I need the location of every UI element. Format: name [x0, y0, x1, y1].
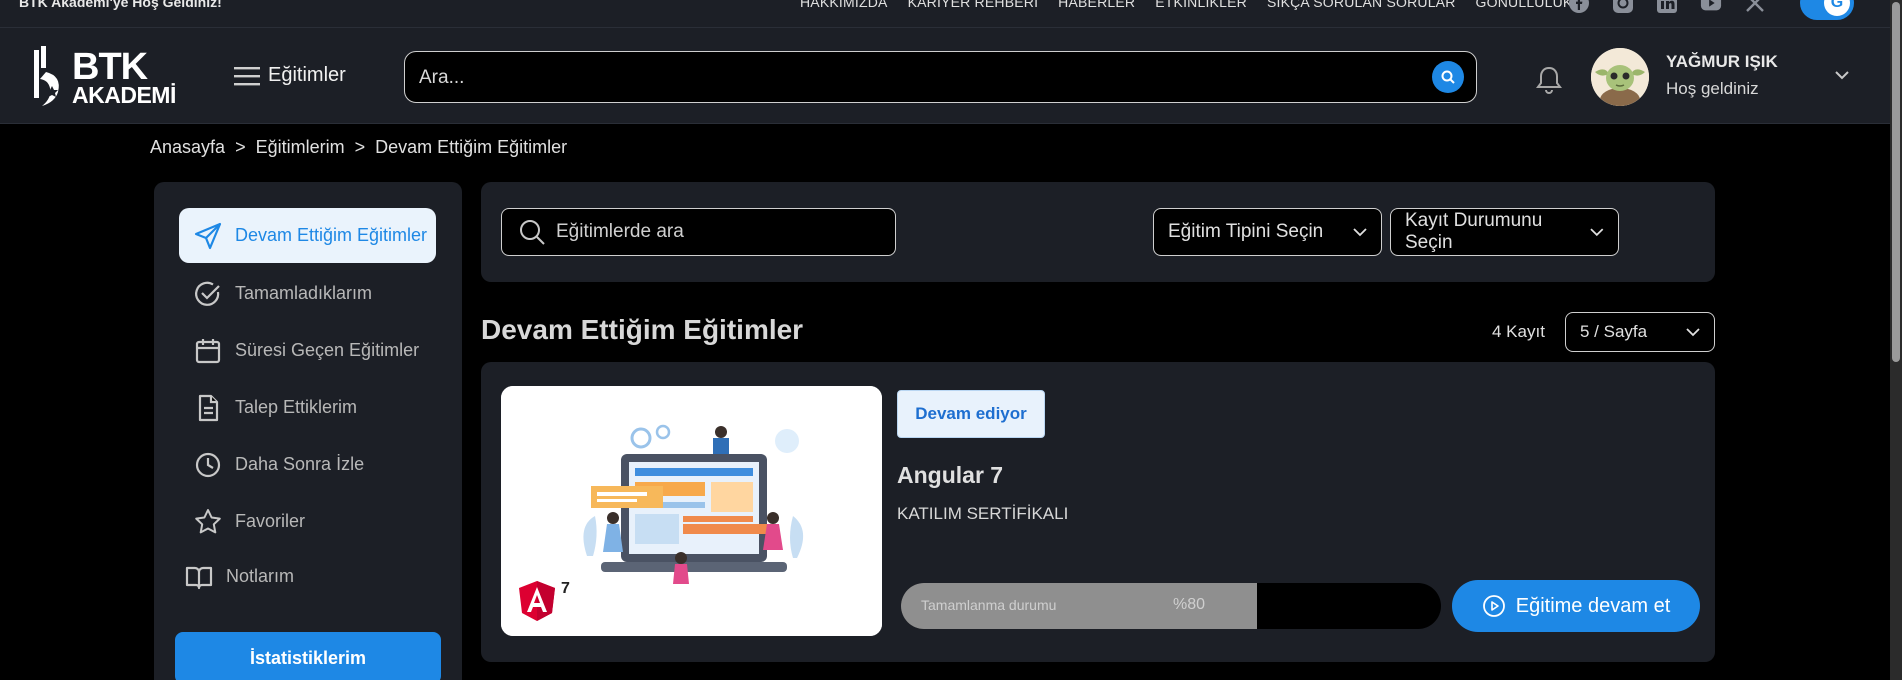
breadcrumb: Anasayfa > Eğitimlerim > Devam Ettiğim E…: [150, 137, 567, 158]
document-icon: [198, 394, 219, 421]
toggle-knob-icon: G: [1824, 0, 1850, 16]
notification-bell-icon[interactable]: [1535, 65, 1563, 100]
search-icon: [1441, 70, 1455, 84]
courses-menu-button[interactable]: Eğitimler: [234, 64, 346, 87]
enrollment-status-select[interactable]: Kayıt Durumunu Seçin: [1390, 208, 1619, 256]
sidebar-item-expired[interactable]: Süresi Geçen Eğitimler: [179, 323, 436, 378]
breadcrumb-separator: >: [354, 137, 366, 157]
top-nav: HAKKIMIZDA KARİYER REHBERİ HABERLER ETKİ…: [800, 0, 1572, 10]
linkedin-icon[interactable]: [1656, 0, 1678, 14]
page-scrollbar[interactable]: [1890, 0, 1902, 680]
logo-line1: BTK: [72, 45, 148, 88]
angular-version-label: 7: [561, 580, 570, 597]
logo-text: BTK AKADEMİ: [72, 48, 176, 107]
sidebar-item-label: Tamamladıklarım: [235, 283, 373, 303]
nav-about[interactable]: HAKKIMIZDA: [800, 0, 888, 10]
nav-news[interactable]: HABERLER: [1058, 0, 1135, 10]
page-title: Devam Ettiğim Eğitimler: [481, 314, 804, 345]
sidebar-item-requested[interactable]: Talep Ettiklerim: [179, 380, 436, 435]
sidebar-item-watch-later[interactable]: Daha Sonra İzle: [179, 437, 436, 492]
breadcrumb-my-courses[interactable]: Eğitimlerim: [256, 137, 345, 158]
scrollbar-thumb[interactable]: [1892, 2, 1900, 362]
facebook-icon[interactable]: [1568, 0, 1590, 14]
continue-course-label: Eğitime devam et: [1515, 594, 1671, 617]
breadcrumb-separator: >: [235, 137, 246, 157]
course-search-input[interactable]: Eğitimlerde ara: [501, 208, 896, 256]
user-greeting: Hoş geldiniz: [1666, 79, 1759, 98]
progress-value: %80: [1173, 596, 1206, 613]
page-size-value: 5 / Sayfa: [1580, 322, 1648, 341]
sidebar-item-label: Notlarım: [226, 566, 295, 586]
chevron-down-icon: [1353, 228, 1367, 237]
sidebar-item-label: Favoriler: [235, 511, 306, 531]
global-search-placeholder: Ara...: [419, 67, 465, 88]
breadcrumb-home[interactable]: Anasayfa: [150, 137, 225, 158]
breadcrumb-current: Devam Ettiğim Eğitimler: [375, 137, 568, 157]
instagram-icon[interactable]: [1612, 0, 1634, 14]
nav-career[interactable]: KARİYER REHBERİ: [908, 0, 1039, 10]
course-card: 7 Devam ediyor Angular 7 KATILIM SERTİFİ…: [481, 362, 1715, 662]
course-subtitle: KATILIM SERTİFİKALI: [897, 504, 1069, 523]
send-icon: [194, 222, 222, 249]
play-circle-icon: [1482, 595, 1505, 617]
global-search-input[interactable]: Ara...: [404, 51, 1477, 103]
chevron-down-icon: [1686, 328, 1700, 337]
btk-logo[interactable]: BTK AKADEMİ: [28, 42, 176, 112]
enrollment-status-select-label: Kayıt Durumunu Seçin: [1405, 210, 1543, 253]
user-menu-chevron-icon[interactable]: [1834, 68, 1850, 86]
course-search-placeholder: Eğitimlerde ara: [556, 221, 684, 242]
user-avatar[interactable]: [1591, 48, 1649, 106]
progress-label: Tamamlanma durumu: [921, 597, 1057, 613]
continue-course-button[interactable]: Eğitime devam et: [1452, 580, 1700, 632]
completion-progress-bar: Tamamlanma durumu %80: [901, 583, 1441, 629]
star-icon: [195, 508, 221, 533]
btk-logo-icon: [34, 46, 59, 106]
sidebar-item-label: Süresi Geçen Eğitimler: [235, 340, 420, 360]
status-badge: Devam ediyor: [897, 390, 1045, 438]
sidebar-item-notes[interactable]: Notlarım: [170, 549, 427, 604]
course-type-select-label: Eğitim Tipini Seçin: [1168, 221, 1324, 242]
x-icon[interactable]: [1744, 0, 1766, 14]
user-name: YAĞMUR IŞIK: [1666, 52, 1778, 71]
filter-panel: Eğitimlerde ara Eğitim Tipini Seçin Kayı…: [481, 182, 1715, 282]
top-strip: BTK Akademi'ye Hoş Geldiniz! HAKKIMIZDA …: [0, 0, 1890, 28]
courses-menu-label: Eğitimler: [268, 64, 346, 86]
check-circle-icon: [195, 281, 220, 306]
sidebar-item-ongoing[interactable]: Devam Ettiğim Eğitimler: [179, 208, 436, 263]
clock-icon: [195, 452, 221, 477]
record-count: 4 Kayıt: [1492, 322, 1545, 341]
course-type-select[interactable]: Eğitim Tipini Seçin: [1153, 208, 1382, 256]
search-button[interactable]: [1432, 61, 1464, 93]
nav-volunteer[interactable]: GÖNÜLLÜLÜK: [1476, 0, 1573, 10]
nav-faq[interactable]: SIKÇA SORULAN SORULAR: [1267, 0, 1456, 10]
nav-events[interactable]: ETKİNLİKLER: [1155, 0, 1247, 10]
course-thumbnail[interactable]: 7: [501, 386, 882, 636]
chevron-down-icon: [1590, 228, 1604, 237]
courses-sidebar: Devam Ettiğim Eğitimler Tamamladıklarım …: [154, 182, 462, 680]
sidebar-item-label: Devam Ettiğim Eğitimler: [235, 225, 428, 245]
welcome-text: BTK Akademi'ye Hoş Geldiniz!: [19, 0, 222, 10]
sidebar-item-favorites[interactable]: Favoriler: [179, 494, 436, 549]
sidebar-item-label: Talep Ettiklerim: [235, 397, 358, 417]
search-icon: [520, 220, 545, 245]
logo-line2: AKADEMİ: [72, 81, 176, 108]
main-header: BTK AKADEMİ Eğitimler Ara... YAĞMUR IŞIK…: [0, 28, 1890, 124]
calendar-icon: [195, 338, 221, 363]
youtube-icon[interactable]: [1700, 0, 1722, 14]
sidebar-item-label: Daha Sonra İzle: [235, 454, 365, 474]
hamburger-icon: [234, 66, 260, 85]
course-title[interactable]: Angular 7: [897, 462, 1003, 489]
social-links: [1568, 0, 1766, 14]
book-icon: [185, 566, 213, 589]
accessibility-toggle[interactable]: G: [1800, 0, 1854, 20]
sidebar-item-completed[interactable]: Tamamladıklarım: [179, 266, 436, 321]
page-size-select[interactable]: 5 / Sayfa: [1565, 312, 1715, 352]
statistics-button[interactable]: İstatistiklerim: [175, 632, 441, 680]
